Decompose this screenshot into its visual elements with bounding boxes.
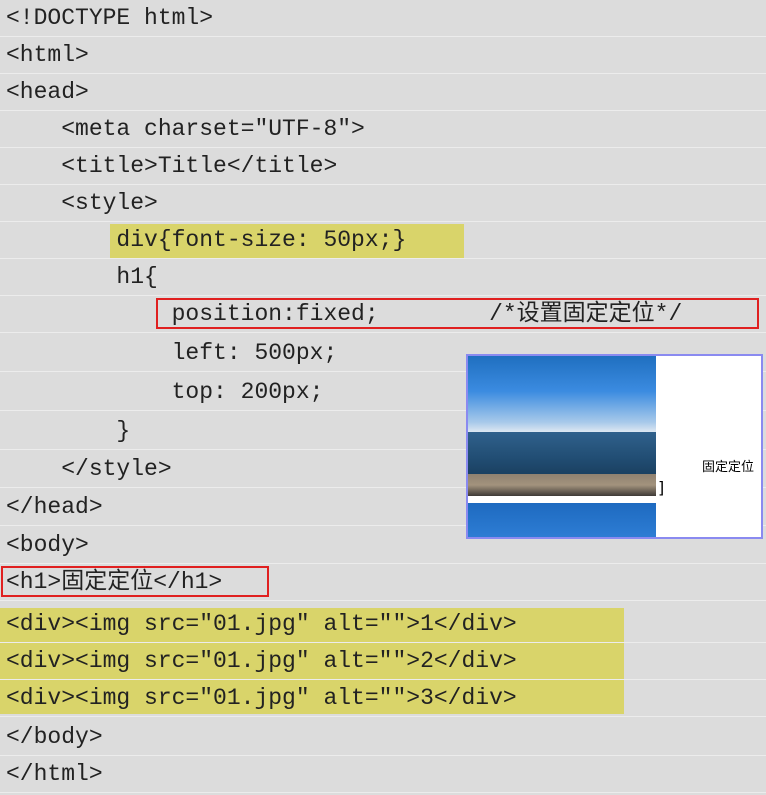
code-line: <style> [0,185,766,222]
code-line: <meta charset="UTF-8"> [0,111,766,148]
fixed-heading-text: 固定定位 [702,460,755,475]
sample-photo-second [468,503,656,537]
code-line: <title>Title</title> [0,148,766,185]
annotation-box-position-fixed [156,298,759,329]
code-line: </body> [0,719,766,756]
code-line: <head> [0,74,766,111]
text-cursor: ] [658,478,665,497]
code-line: <!DOCTYPE html> [0,0,766,37]
browser-preview: ] 固定定位 [466,354,763,539]
annotation-box-h1 [1,566,269,597]
code-line: <div><img src="01.jpg" alt="">1</div> [0,606,766,643]
code-line: </html> [0,756,766,793]
code-line: <div><img src="01.jpg" alt="">3</div> [0,680,766,717]
code-line: h1{ [0,259,766,296]
sample-photo [468,356,656,496]
code-line: div{font-size: 50px;} [0,222,766,259]
photo-gap [468,496,656,503]
code-line: <div><img src="01.jpg" alt="">2</div> [0,643,766,680]
code-line: <html> [0,37,766,74]
